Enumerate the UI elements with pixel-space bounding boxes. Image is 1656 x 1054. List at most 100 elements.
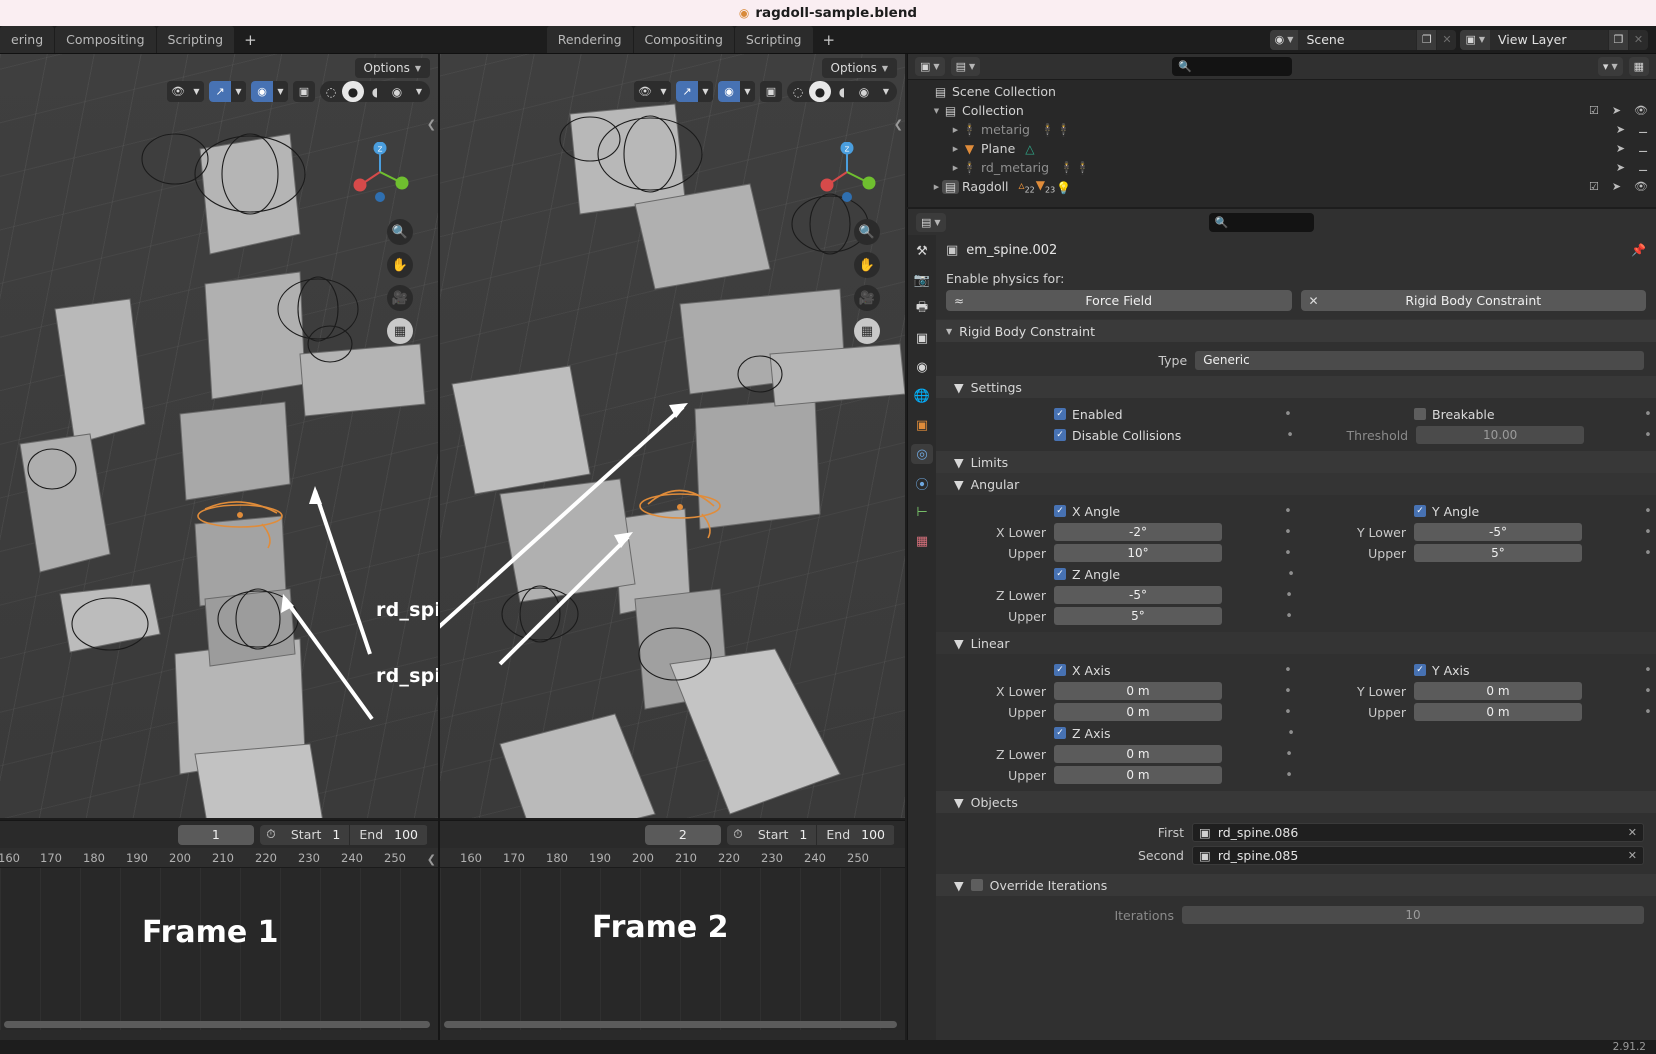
snap-dropdown-left[interactable]: ↗ ▼: [209, 81, 246, 102]
armature-data-icon[interactable]: 🕴: [1075, 161, 1090, 175]
proportional-icon[interactable]: ◉: [251, 81, 273, 102]
y-axis-checkbox[interactable]: ✓: [1414, 664, 1426, 676]
z-linear-lower-field[interactable]: 0 m: [1054, 745, 1222, 763]
enabled-checkbox[interactable]: ✓: [1054, 408, 1066, 420]
outliner-row-rd-metarig[interactable]: ▶ 🕴 rd_metarig 🕴 🕴 ➤ ⚊: [908, 158, 1656, 177]
eye-icon[interactable]: 👁: [634, 81, 656, 102]
cursor-select-icon[interactable]: ➤: [1616, 123, 1625, 136]
threshold-field[interactable]: 10.00: [1416, 426, 1585, 444]
clear-icon[interactable]: ✕: [1628, 826, 1637, 839]
close-icon[interactable]: ✕: [1628, 29, 1648, 50]
chevron-down-icon[interactable]: ▼: [875, 81, 897, 102]
disclosure-triangle-icon[interactable]: ▶: [950, 164, 961, 172]
animate-dot-icon[interactable]: •: [1640, 407, 1656, 422]
copy-icon[interactable]: ❐: [1416, 29, 1437, 50]
material-preview-icon[interactable]: ◖: [831, 81, 853, 102]
timeline-body-right[interactable]: Frame 2: [440, 868, 905, 1030]
mesh-icon[interactable]: ▼23: [1036, 178, 1055, 194]
output-icon[interactable]: 🖶: [911, 299, 933, 319]
hand-icon[interactable]: ✋: [387, 252, 413, 278]
chevron-down-icon[interactable]: ▼: [189, 81, 204, 102]
eye-icon[interactable]: ⚊: [1638, 142, 1648, 155]
y-upper-field[interactable]: 5°: [1414, 544, 1582, 562]
visibility-dropdown-left[interactable]: 👁 ▼: [167, 81, 204, 102]
panel-header-override-iterations[interactable]: ▼ ✓ Override Iterations: [936, 874, 1656, 896]
chevron-down-icon[interactable]: ▼: [273, 81, 288, 102]
x-linear-upper-field[interactable]: 0 m: [1054, 703, 1222, 721]
eye-icon[interactable]: ⚊: [1638, 123, 1648, 136]
eye-icon[interactable]: 👁: [167, 81, 189, 102]
mesh-data-icon[interactable]: △: [1025, 142, 1034, 156]
chevron-down-icon[interactable]: ▼: [656, 81, 671, 102]
disclosure-triangle-icon[interactable]: ▼: [954, 636, 964, 651]
xray-icon[interactable]: ▣: [760, 81, 782, 102]
texture-icon[interactable]: ▦: [911, 531, 933, 551]
sidebar-toggle-left[interactable]: ❮: [427, 118, 436, 131]
eye-icon[interactable]: 👁: [1634, 104, 1648, 117]
outliner-row-metarig[interactable]: ▶ 🕴 metarig 🕴 🕴 ➤ ⚊: [908, 120, 1656, 139]
xray-toggle-right[interactable]: ▣: [760, 81, 782, 102]
x-lower-field[interactable]: -2°: [1054, 523, 1222, 541]
x-angle-checkbox[interactable]: ✓: [1054, 505, 1066, 517]
z-angle-checkbox[interactable]: ✓: [1054, 568, 1066, 580]
stopwatch-icon[interactable]: ⏱: [726, 824, 749, 845]
solid-icon[interactable]: ●: [342, 81, 364, 102]
cursor-select-icon[interactable]: ➤: [1616, 142, 1625, 155]
tab-rendering-right[interactable]: Rendering: [546, 26, 633, 53]
light-icon[interactable]: 💡: [1056, 181, 1071, 195]
z-axis-checkbox[interactable]: ✓: [1054, 727, 1066, 739]
proportional-icon[interactable]: ◉: [718, 81, 740, 102]
viewport-left[interactable]: rd_spine.086 rd_spine.085 Options▼ 👁 ▼ ↗…: [0, 54, 438, 818]
cursor-select-icon[interactable]: ➤: [1612, 104, 1621, 117]
disclosure-triangle-icon[interactable]: ▶: [950, 145, 961, 153]
timeline-scrollbar-right[interactable]: [444, 1021, 897, 1028]
wireframe-icon[interactable]: ◌: [320, 81, 342, 102]
rendered-icon[interactable]: ◉: [386, 81, 408, 102]
disclosure-triangle-icon[interactable]: ▼: [954, 477, 964, 492]
copy-icon[interactable]: ❐: [1608, 29, 1628, 50]
proportional-edit-dropdown-right[interactable]: ◉ ▼: [718, 81, 755, 102]
object-constraint-icon[interactable]: ⦿: [911, 473, 933, 493]
stopwatch-icon[interactable]: ⏱: [259, 824, 282, 845]
eye-icon[interactable]: ⚊: [1638, 161, 1648, 174]
animate-dot-icon[interactable]: •: [1282, 428, 1298, 443]
z-linear-upper-field[interactable]: 0 m: [1054, 766, 1222, 784]
outliner-row-ragdoll[interactable]: ▶ ▤ Ragdoll ▵22 ▼23 💡 ☑ ➤ 👁: [908, 177, 1656, 196]
filter-icon[interactable]: ▾ ▼: [1597, 57, 1623, 76]
start-frame-field-left[interactable]: Start 1: [281, 824, 351, 845]
y-linear-upper-field[interactable]: 0 m: [1414, 703, 1582, 721]
disclosure-triangle-icon[interactable]: ▼: [954, 795, 964, 810]
disclosure-triangle-icon[interactable]: ▼: [954, 380, 964, 395]
view-layer-icon[interactable]: ▣: [911, 328, 933, 348]
disable-collisions-checkbox[interactable]: ✓: [1054, 429, 1066, 441]
panel-header-limits[interactable]: ▼ Limits: [936, 451, 1656, 473]
checkbox-icon[interactable]: ☑: [1589, 180, 1599, 193]
view-layer-selector[interactable]: ▣ ▼ View Layer ❐ ✕: [1460, 29, 1648, 50]
shading-modes-left[interactable]: ◌ ● ◖ ◉ ▼: [320, 81, 430, 102]
tab-scripting-right[interactable]: Scripting: [734, 26, 813, 53]
xray-icon[interactable]: ▣: [293, 81, 315, 102]
animate-dot-icon[interactable]: •: [1280, 663, 1296, 678]
chevron-down-icon[interactable]: ▼: [408, 81, 430, 102]
tab-compositing-right[interactable]: Compositing: [633, 26, 734, 53]
animate-dot-icon[interactable]: •: [1280, 684, 1296, 699]
proportional-edit-dropdown-left[interactable]: ◉ ▼: [251, 81, 288, 102]
timeline-sidebar-toggle-left[interactable]: ❮: [427, 853, 436, 866]
physics-icon[interactable]: ◎: [911, 444, 933, 464]
force-field-button[interactable]: ≈ Force Field: [946, 290, 1292, 311]
editor-type-icon[interactable]: ▤ ▼: [916, 212, 946, 232]
timeline-ruler-left[interactable]: 160 170 180 190 200 210 220 230 240 250: [0, 848, 438, 868]
disclosure-triangle-icon[interactable]: ▼: [931, 107, 942, 115]
viewport-right[interactable]: Options ▼ 👁 ▼ ↗ ▼ ◉ ▼ ▣ ◌ ● ◖ ◉ ▼ Z 🔍 ✋ …: [440, 54, 905, 818]
tab-compositing-left[interactable]: Compositing: [55, 26, 156, 53]
tab-scripting-left[interactable]: Scripting: [156, 26, 235, 53]
disclosure-triangle-icon[interactable]: ▶: [950, 126, 961, 134]
xray-toggle-left[interactable]: ▣: [293, 81, 315, 102]
end-frame-field-left[interactable]: End 100: [350, 824, 428, 845]
first-object-field[interactable]: ▣ rd_spine.086 ✕: [1192, 822, 1644, 842]
chevron-down-icon[interactable]: ▼: [231, 81, 246, 102]
add-workspace-left-button[interactable]: +: [235, 26, 266, 53]
chevron-down-icon[interactable]: ▼: [698, 81, 713, 102]
z-lower-field[interactable]: -5°: [1054, 586, 1222, 604]
editor-type-icon[interactable]: ▣ ▼: [915, 57, 945, 76]
